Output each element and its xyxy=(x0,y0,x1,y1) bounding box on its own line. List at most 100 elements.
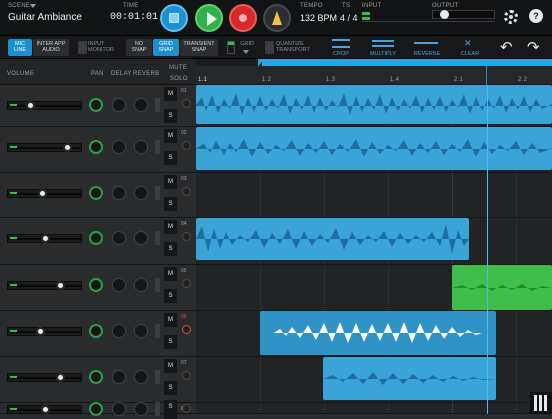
input-monitor-toggle[interactable] xyxy=(78,41,87,54)
play-button[interactable] xyxy=(195,4,223,32)
volume-fader-handle[interactable] xyxy=(41,404,50,414)
delay-knob[interactable] xyxy=(112,370,126,384)
audio-clip[interactable] xyxy=(196,218,469,260)
record-arm-button[interactable] xyxy=(182,141,191,150)
crop-button[interactable]: CROP xyxy=(326,51,356,57)
pan-knob[interactable] xyxy=(89,231,103,245)
loop-region-bar[interactable] xyxy=(262,59,552,66)
delay-knob[interactable] xyxy=(112,140,126,154)
quantize-toggle[interactable] xyxy=(265,41,274,54)
track-scroll-handle[interactable] xyxy=(155,98,160,112)
mic-line-button[interactable]: MIC LINE xyxy=(8,39,32,56)
grid-dropdown-icon[interactable] xyxy=(243,50,249,54)
reverse-button[interactable]: REVERSE xyxy=(410,51,444,57)
volume-fader[interactable] xyxy=(7,234,82,243)
audio-clip[interactable] xyxy=(323,357,496,400)
mute-button[interactable]: M xyxy=(164,359,177,373)
playhead-marker[interactable] xyxy=(486,66,487,85)
volume-fader-handle[interactable] xyxy=(56,281,65,290)
record-arm-button[interactable] xyxy=(182,371,191,380)
track-scroll-handle[interactable] xyxy=(155,186,160,200)
record-arm-button[interactable] xyxy=(182,279,191,288)
volume-fader[interactable] xyxy=(7,327,82,336)
solo-button[interactable]: S xyxy=(164,197,177,211)
volume-fader[interactable] xyxy=(7,143,82,152)
pan-knob[interactable] xyxy=(89,401,103,416)
delay-knob[interactable] xyxy=(112,401,126,416)
volume-fader[interactable] xyxy=(7,101,82,110)
no-snap-button[interactable]: NO SNAP xyxy=(126,39,152,56)
help-icon[interactable]: ? xyxy=(529,9,543,23)
multiply-button[interactable]: MULTIPLY xyxy=(366,51,400,57)
volume-fader-handle[interactable] xyxy=(56,373,65,382)
crop-icon[interactable] xyxy=(332,39,350,48)
scene-dropdown-icon[interactable] xyxy=(30,4,36,8)
reverb-knob[interactable] xyxy=(134,231,148,245)
solo-button[interactable]: S xyxy=(164,151,177,165)
track-scroll-handle[interactable] xyxy=(155,231,160,245)
mute-button[interactable]: M xyxy=(164,87,177,101)
delay-knob[interactable] xyxy=(112,231,126,245)
mute-button[interactable]: M xyxy=(164,175,177,189)
track-scroll-handle[interactable] xyxy=(155,278,160,292)
record-arm-button[interactable] xyxy=(182,99,191,108)
tempo-value[interactable]: 132 BPM xyxy=(300,13,337,23)
multiply-icon[interactable] xyxy=(372,40,394,47)
resize-handle[interactable] xyxy=(530,392,552,414)
reverb-knob[interactable] xyxy=(134,401,148,416)
undo-icon[interactable]: ↶ xyxy=(500,38,513,56)
solo-button[interactable]: S xyxy=(164,381,177,395)
pan-knob[interactable] xyxy=(89,140,103,154)
volume-fader[interactable] xyxy=(7,373,82,382)
volume-fader-handle[interactable] xyxy=(63,143,72,152)
clear-x-icon[interactable]: ✕ xyxy=(464,38,472,49)
loop-start-handle[interactable] xyxy=(258,59,264,67)
solo-button[interactable]: S xyxy=(164,400,177,414)
timeline-ruler[interactable]: 1.1 1.2 1.3 1.4 2.1 2.2 xyxy=(196,59,552,85)
record-arm-button[interactable] xyxy=(182,187,191,196)
record-arm-button[interactable] xyxy=(182,325,191,334)
track-scroll-handle[interactable] xyxy=(155,140,160,154)
reverb-knob[interactable] xyxy=(134,98,148,112)
output-slider[interactable] xyxy=(432,10,495,19)
track-lane[interactable] xyxy=(196,173,552,218)
reverb-knob[interactable] xyxy=(134,370,148,384)
volume-fader[interactable] xyxy=(7,281,82,290)
reverse-icon[interactable] xyxy=(414,42,438,44)
transient-snap-button[interactable]: TRANSIENT SNAP xyxy=(180,39,218,56)
output-slider-handle[interactable] xyxy=(440,10,449,19)
inter-app-audio-button[interactable]: INTER APP AUDIO xyxy=(33,39,69,56)
grid-snap-button[interactable]: GRID SNAP xyxy=(153,39,179,56)
reverb-knob[interactable] xyxy=(134,324,148,338)
audio-clip[interactable] xyxy=(196,85,552,124)
playhead-line[interactable] xyxy=(487,85,488,414)
track-lane[interactable] xyxy=(196,403,552,414)
pan-knob[interactable] xyxy=(89,370,103,384)
volume-fader-handle[interactable] xyxy=(38,189,47,198)
clear-button[interactable]: CLEAR xyxy=(458,51,482,57)
record-arm-button[interactable] xyxy=(182,404,191,413)
volume-fader-handle[interactable] xyxy=(41,234,50,243)
pan-knob[interactable] xyxy=(89,324,103,338)
solo-button[interactable]: S xyxy=(164,242,177,256)
delay-knob[interactable] xyxy=(112,324,126,338)
audio-clip[interactable] xyxy=(196,127,552,170)
settings-gear-icon[interactable] xyxy=(504,10,518,24)
reverb-knob[interactable] xyxy=(134,186,148,200)
delay-knob[interactable] xyxy=(112,186,126,200)
mute-button[interactable]: M xyxy=(164,267,177,281)
track-scroll-handle[interactable] xyxy=(155,370,160,384)
mute-button[interactable]: M xyxy=(164,129,177,143)
time-signature-value[interactable]: 4 / 4 xyxy=(340,13,358,23)
track-scroll-handle[interactable] xyxy=(155,324,160,338)
audio-clip-selected[interactable] xyxy=(260,311,496,355)
pan-knob[interactable] xyxy=(89,98,103,112)
audio-clip[interactable] xyxy=(452,265,552,310)
mute-button[interactable]: M xyxy=(164,313,177,327)
pan-knob[interactable] xyxy=(89,186,103,200)
record-button[interactable] xyxy=(229,4,257,32)
track-scroll-handle[interactable] xyxy=(155,401,160,416)
mute-button[interactable]: M xyxy=(164,220,177,234)
volume-fader[interactable] xyxy=(7,189,82,198)
solo-button[interactable]: S xyxy=(164,335,177,349)
